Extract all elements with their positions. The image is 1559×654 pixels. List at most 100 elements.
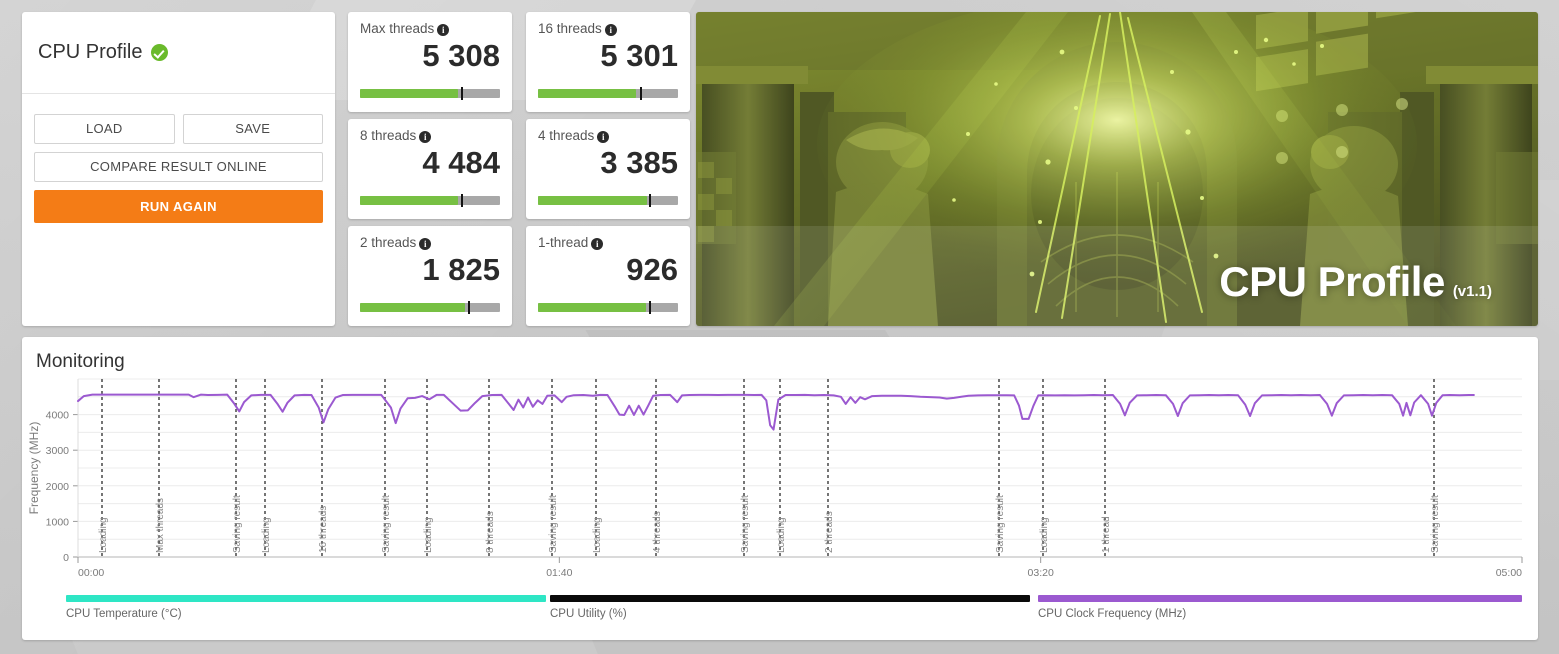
chart-legend: CPU Temperature (°C) CPU Utility (%) CPU C… — [22, 595, 1538, 635]
score-progress-bar — [360, 194, 500, 207]
banner-title-wrap: CPU Profile (v1.1) — [1219, 258, 1492, 306]
chart-event-label: 4 threads — [652, 511, 663, 553]
info-icon[interactable]: i — [597, 131, 610, 143]
load-button[interactable]: LOAD — [34, 114, 175, 144]
score-card: Max threads i 5 308 — [348, 12, 512, 112]
result-header: CPU Profile — [22, 12, 335, 94]
legend-color-bar — [66, 595, 546, 602]
info-icon[interactable]: i — [604, 24, 617, 36]
score-card: 16 threads i 5 301 — [526, 12, 690, 112]
score-card: 2 threads i 1 825 — [348, 226, 512, 326]
score-value: 5 301 — [600, 38, 678, 73]
legend-color-bar — [550, 595, 1030, 602]
chart-event-label: Loading — [1039, 517, 1050, 553]
score-progress-fill — [360, 89, 458, 98]
score-progress-bar — [538, 87, 678, 100]
score-progress-bar — [538, 301, 678, 314]
chart-event-label: Saving result — [740, 495, 751, 553]
info-icon[interactable]: i — [419, 131, 432, 143]
chart-event-label: Loading — [261, 517, 272, 553]
legend-item[interactable]: CPU Clock Frequency (MHz) — [1038, 595, 1522, 620]
score-progress-fill — [360, 196, 458, 205]
chart-event-label: 2 threads — [824, 511, 835, 553]
y-axis-tick-label: 1000 — [46, 516, 70, 528]
score-value: 926 — [626, 252, 678, 287]
score-progress-marker — [648, 301, 651, 314]
score-progress-marker — [467, 301, 470, 314]
y-axis-tick-label: 0 — [63, 552, 69, 564]
chart-event-label: Saving result — [381, 495, 392, 553]
chart-event-label: 1 thread — [1101, 516, 1112, 553]
score-progress-fill — [360, 303, 465, 312]
score-card-label: 8 threads i — [360, 128, 500, 143]
benchmark-banner: CPU Profile (v1.1) — [696, 12, 1538, 326]
check-circle-icon — [151, 44, 169, 61]
score-grid: Max threads i 5 308 16 threads i 5 301 8 threa… — [348, 12, 696, 326]
score-card-label: 1-thread i — [538, 235, 678, 250]
y-axis-tick-label: 3000 — [46, 445, 70, 457]
chart-event-label: 8 threads — [485, 511, 496, 553]
score-progress-marker — [460, 194, 463, 207]
score-progress-marker — [640, 87, 643, 100]
page-title: CPU Profile — [38, 41, 143, 63]
monitoring-chart-svg: 0 1000 2000 3000 4000 Frequency (MHz) 00:00 01:… — [27, 378, 1523, 579]
save-button[interactable]: SAVE — [182, 114, 323, 144]
chart-event-label: Saving result — [548, 495, 559, 553]
score-value: 4 484 — [422, 145, 500, 180]
score-progress-bar — [538, 194, 678, 207]
score-progress-marker — [460, 87, 463, 100]
legend-label: CPU Utility (%) — [550, 608, 627, 620]
info-icon[interactable]: i — [419, 238, 432, 250]
score-progress-bar — [360, 301, 500, 314]
banner-title: CPU Profile — [1219, 258, 1445, 305]
score-card: 8 threads i 4 484 — [348, 119, 512, 219]
chart-event-label: Saving result — [995, 495, 1006, 553]
x-axis-tick-label: 03:20 — [1028, 567, 1054, 579]
result-panel: CPU Profile LOAD SAVE COMPARE RESULT ONL… — [22, 12, 335, 326]
score-progress-marker — [648, 194, 651, 207]
legend-item[interactable]: CPU Temperature (°C) — [66, 595, 550, 620]
score-progress-fill — [538, 303, 646, 312]
load-save-row: LOAD SAVE — [34, 114, 323, 144]
score-value: 1 825 — [422, 252, 500, 287]
chart-event-label: Max threads — [155, 498, 166, 553]
score-card: 4 threads i 3 385 — [526, 119, 690, 219]
legend-label: CPU Clock Frequency (MHz) — [1038, 608, 1187, 620]
info-icon[interactable]: i — [437, 24, 450, 36]
y-axis-label: Frequency (MHz) — [27, 422, 41, 515]
score-card-label: Max threads i — [360, 21, 500, 36]
score-progress-fill — [538, 196, 648, 205]
legend-label: CPU Temperature (°C) — [66, 608, 182, 620]
chart-event-label: Saving result — [232, 495, 243, 553]
monitoring-panel: Monitoring 0 1000 2000 3000 4000 Frequency (M… — [22, 337, 1538, 640]
score-value: 5 308 — [422, 38, 500, 73]
y-axis-tick-label: 4000 — [46, 410, 70, 422]
x-axis-tick-label: 01:40 — [546, 567, 572, 579]
monitoring-title: Monitoring — [36, 351, 125, 372]
score-progress-bar — [360, 87, 500, 100]
score-value: 3 385 — [600, 145, 678, 180]
legend-item[interactable]: CPU Utility (%) — [550, 595, 1034, 620]
banner-version: (v1.1) — [1452, 283, 1492, 300]
score-card-label: 2 threads i — [360, 235, 500, 250]
chart-event-label: Saving result — [1430, 495, 1441, 553]
run-again-button[interactable]: RUN AGAIN — [34, 190, 323, 223]
chart-event-label: Loading — [423, 517, 434, 553]
result-actions: LOAD SAVE COMPARE RESULT ONLINE RUN AGAI… — [22, 94, 335, 223]
score-progress-fill — [538, 89, 636, 98]
score-card-label: 16 threads i — [538, 21, 678, 36]
score-card-label: 4 threads i — [538, 128, 678, 143]
score-card: 1-thread i 926 — [526, 226, 690, 326]
y-axis-tick-label: 2000 — [46, 481, 70, 493]
info-icon[interactable]: i — [591, 238, 604, 250]
chart-line-cpu-clock-frequency — [77, 393, 1475, 431]
chart-event-label: Loading — [776, 517, 787, 553]
chart-event-label: Loading — [98, 517, 109, 553]
x-axis-tick-label: 00:00 — [78, 567, 104, 579]
legend-color-bar — [1038, 595, 1522, 602]
chart-event-label: Loading — [592, 517, 603, 553]
top-row: CPU Profile LOAD SAVE COMPARE RESULT ONL… — [22, 12, 1538, 326]
x-axis-tick-label: 05:00 — [1496, 567, 1522, 579]
monitoring-chart: 0 1000 2000 3000 4000 Frequency (MHz) 00:00 01:… — [22, 377, 1538, 595]
compare-result-online-button[interactable]: COMPARE RESULT ONLINE — [34, 152, 323, 182]
